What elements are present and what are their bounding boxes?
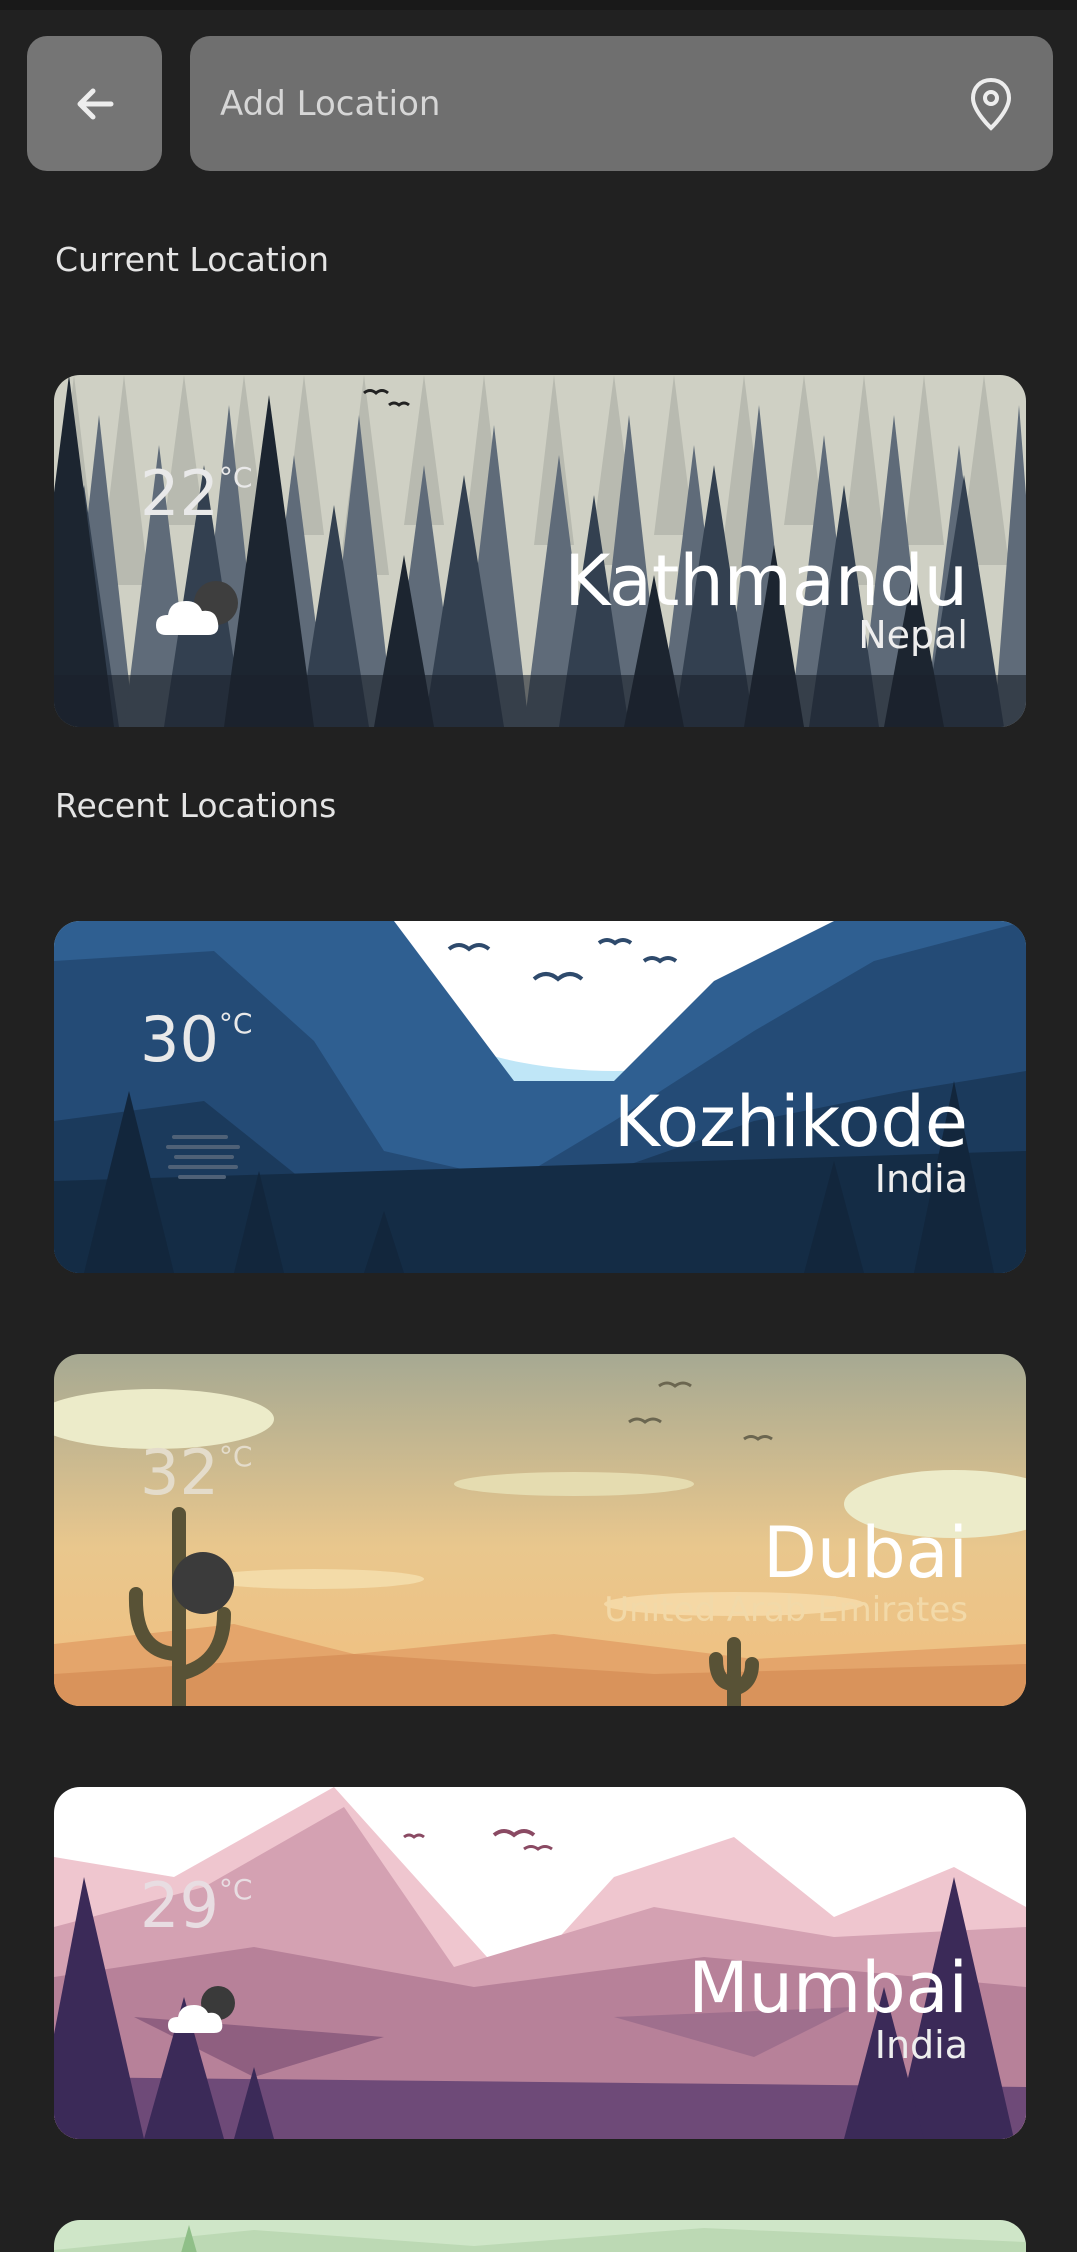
- country-name: Nepal: [858, 613, 968, 657]
- cloudy-night-icon: [168, 1986, 235, 2033]
- haze-icon: [166, 1135, 240, 1179]
- recent-location-card[interactable]: 30°C Kozhikode India: [54, 921, 1026, 1273]
- current-location-title: Current Location: [55, 240, 330, 279]
- add-location-input[interactable]: [218, 82, 969, 125]
- country-name: India: [874, 1157, 968, 1201]
- status-bar: [0, 0, 1077, 10]
- recent-locations-title: Recent Locations: [55, 786, 337, 825]
- green-scene-illustration: [54, 2220, 1026, 2252]
- back-button[interactable]: [27, 36, 162, 171]
- recent-location-card[interactable]: 29°C Mumbai India: [54, 1787, 1026, 2139]
- recent-location-card[interactable]: 32°C Dubai United Arab Emirates: [54, 1354, 1026, 1706]
- moon-icon: [172, 1552, 234, 1614]
- temperature: 22°C: [140, 457, 253, 530]
- current-location-card[interactable]: 22°C Kathmandu Nepal: [54, 375, 1026, 727]
- temperature: 30°C: [140, 1003, 253, 1076]
- cloudy-night-icon: [156, 581, 238, 635]
- country-name: United Arab Emirates: [604, 1590, 968, 1630]
- add-location-bar[interactable]: [190, 36, 1053, 171]
- location-pin-icon[interactable]: [969, 77, 1013, 131]
- city-name: Kathmandu: [564, 540, 968, 622]
- country-name: India: [874, 2023, 968, 2067]
- arrow-left-icon: [77, 88, 113, 119]
- temperature: 29°C: [140, 1869, 253, 1942]
- city-name: Dubai: [762, 1512, 968, 1594]
- temperature: 32°C: [140, 1436, 253, 1509]
- app-screen: Current Location: [0, 0, 1077, 2252]
- recent-location-card-partial[interactable]: [54, 2220, 1026, 2252]
- city-name: Kozhikode: [613, 1081, 968, 1163]
- city-name: Mumbai: [688, 1947, 968, 2029]
